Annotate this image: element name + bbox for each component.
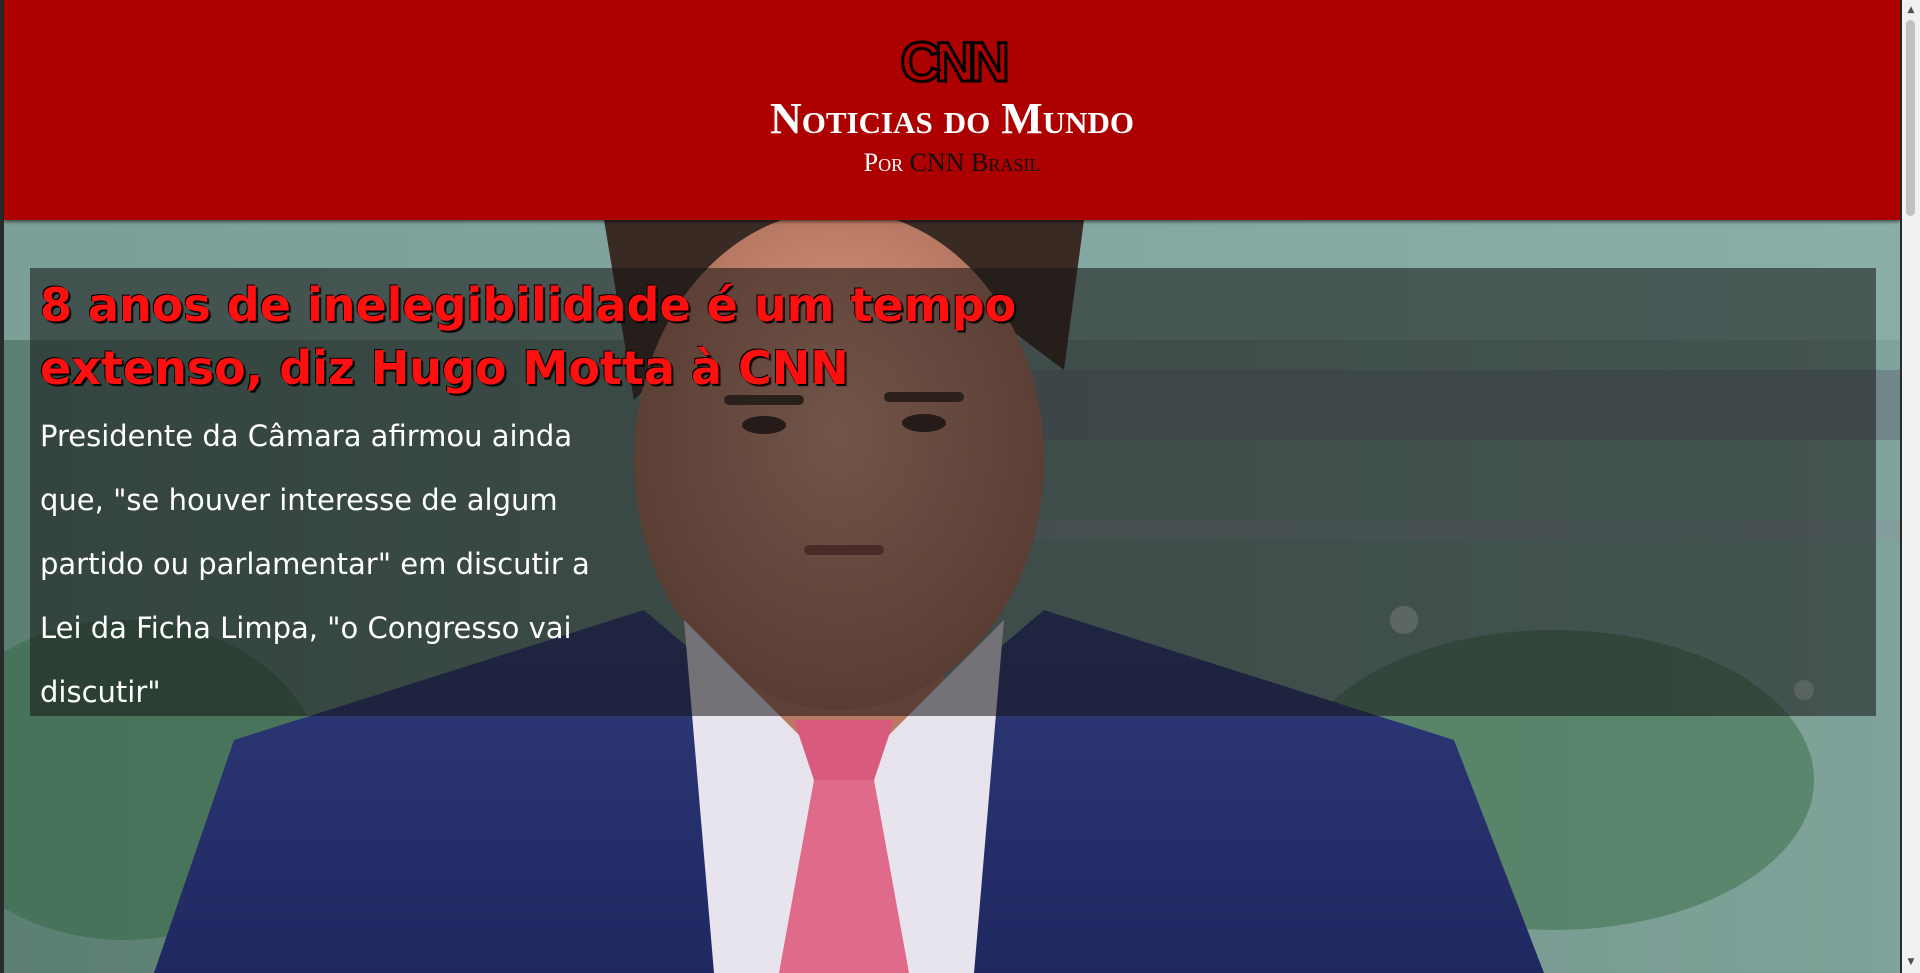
hero-article[interactable]: 8 anos de inelegibilidade é um tempo ext… [4, 220, 1900, 973]
scroll-down-icon[interactable]: ▼ [1902, 954, 1920, 971]
cnn-logo[interactable]: CNN [4, 32, 1900, 91]
site-subtitle: Por CNN Brasil [4, 148, 1900, 178]
article-headline[interactable]: 8 anos de inelegibilidade é um tempo ext… [40, 274, 1140, 400]
article-overlay: 8 anos de inelegibilidade é um tempo ext… [30, 268, 1876, 716]
subtitle-brand[interactable]: CNN Brasil [910, 148, 1041, 177]
vertical-scrollbar[interactable]: ▲ ▼ [1902, 0, 1920, 973]
scroll-up-icon[interactable]: ▲ [1902, 2, 1920, 19]
page: CNN Noticias do Mundo Por CNN Brasil 8 a… [0, 0, 1920, 973]
article-summary: Presidente da Câmara afirmou ainda que, … [40, 419, 590, 709]
scroll-thumb[interactable] [1906, 20, 1915, 216]
subtitle-prefix: Por [863, 148, 904, 177]
site-title: Noticias do Mundo [769, 94, 1134, 143]
site-header: CNN Noticias do Mundo Por CNN Brasil [4, 0, 1900, 220]
